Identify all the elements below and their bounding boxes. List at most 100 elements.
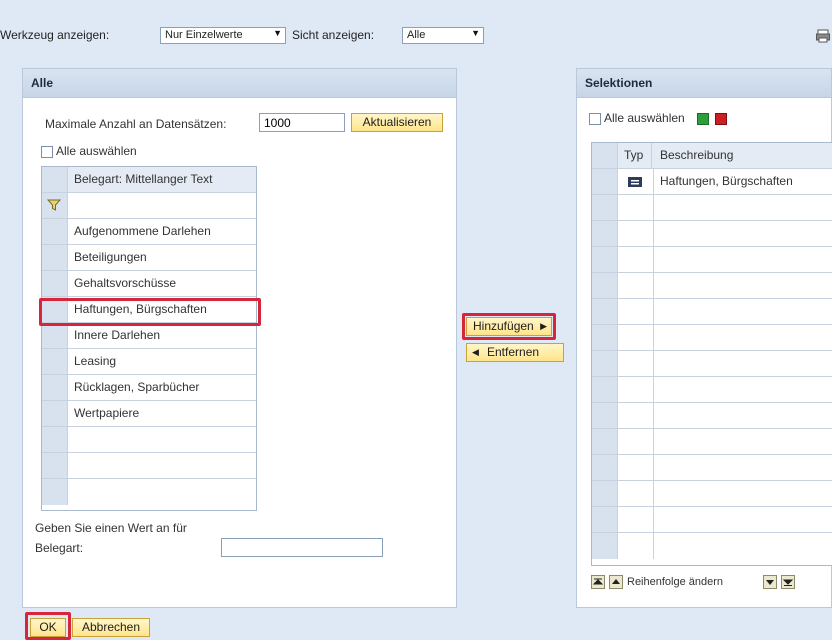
type-cell: [618, 195, 654, 220]
all-values-panel-title: Alle: [23, 69, 456, 98]
view-display-value: Alle: [407, 29, 426, 41]
row-selector[interactable]: [42, 453, 68, 478]
selection-row-empty[interactable]: [592, 507, 832, 533]
table-row[interactable]: Leasing: [42, 349, 256, 375]
arrow-down-icon: [766, 580, 774, 585]
table-cell: Wertpapiere: [74, 406, 140, 420]
row-selector[interactable]: [592, 481, 618, 506]
row-selector[interactable]: [592, 455, 618, 480]
selection-row-empty[interactable]: [592, 299, 832, 325]
view-display-select[interactable]: Alle ▼: [402, 27, 484, 44]
select-all-checkbox[interactable]: [41, 146, 53, 158]
selection-row-empty[interactable]: [592, 533, 832, 559]
row-selector[interactable]: [592, 429, 618, 454]
selection-row-empty[interactable]: [592, 351, 832, 377]
table-row[interactable]: Gehaltsvorschüsse: [42, 271, 256, 297]
selection-row[interactable]: Haftungen, Bürgschaften: [592, 169, 832, 195]
deselect-all-red-button[interactable]: [715, 113, 727, 125]
max-records-label: Maximale Anzahl an Datensätzen:: [45, 117, 227, 131]
selection-row-empty[interactable]: [592, 221, 832, 247]
row-selector[interactable]: [42, 349, 68, 374]
selection-row-empty[interactable]: [592, 455, 832, 481]
row-selector[interactable]: [42, 271, 68, 296]
type-cell: [618, 533, 654, 559]
table-row[interactable]: Beteiligungen: [42, 245, 256, 271]
filter-cell[interactable]: [68, 193, 256, 218]
table-row[interactable]: Aufgenommene Darlehen: [42, 219, 256, 245]
table-row-empty[interactable]: [42, 453, 256, 479]
belegart-value-input[interactable]: [221, 538, 383, 557]
highlight-selected-item: [39, 298, 261, 326]
move-to-top-button[interactable]: [591, 575, 605, 589]
column-header-belegart[interactable]: Belegart: Mittellanger Text: [68, 167, 256, 192]
refresh-button[interactable]: Aktualisieren: [351, 113, 443, 132]
row-selector[interactable]: [42, 401, 68, 426]
selection-row-empty[interactable]: [592, 403, 832, 429]
selection-row-empty[interactable]: [592, 377, 832, 403]
tool-display-select[interactable]: Nur Einzelwerte ▼: [160, 27, 286, 44]
row-selector[interactable]: [592, 299, 618, 324]
print-icon[interactable]: [816, 29, 830, 43]
row-selector[interactable]: [42, 375, 68, 400]
row-selector[interactable]: [592, 169, 618, 194]
table-row[interactable]: Rücklagen, Sparbücher: [42, 375, 256, 401]
selection-row-empty[interactable]: [592, 195, 832, 221]
type-cell: [618, 377, 654, 402]
row-selector[interactable]: [592, 351, 618, 376]
selection-row-empty[interactable]: [592, 481, 832, 507]
column-header-description[interactable]: Beschreibung: [654, 143, 832, 168]
selection-row-empty[interactable]: [592, 429, 832, 455]
row-selector[interactable]: [592, 221, 618, 246]
display-toolbar: Werkzeug anzeigen: Nur Einzelwerte ▼ Sic…: [0, 24, 832, 48]
row-selector[interactable]: [592, 195, 618, 220]
select-all-label: Alle auswählen: [604, 111, 685, 125]
row-selector[interactable]: [42, 219, 68, 244]
all-values-panel: Alle Maximale Anzahl an Datensätzen: Akt…: [22, 68, 457, 608]
description-cell: Haftungen, Bürgschaften: [660, 174, 793, 188]
selection-row-empty[interactable]: [592, 273, 832, 299]
reorder-label: Reihenfolge ändern: [627, 576, 724, 588]
table-row[interactable]: Innere Darlehen: [42, 323, 256, 349]
type-cell: [618, 325, 654, 350]
type-cell: [618, 403, 654, 428]
row-selector[interactable]: [592, 377, 618, 402]
row-selector[interactable]: [42, 479, 68, 505]
type-cell: [618, 455, 654, 480]
table-header-row: Belegart: Mittellanger Text: [42, 167, 256, 193]
move-up-button[interactable]: [609, 575, 623, 589]
row-selector[interactable]: [592, 507, 618, 532]
type-cell: [618, 429, 654, 454]
move-down-button[interactable]: [763, 575, 777, 589]
row-selector[interactable]: [592, 325, 618, 350]
tool-display-label: Werkzeug anzeigen:: [0, 28, 110, 42]
type-cell: [618, 507, 654, 532]
row-selector[interactable]: [592, 247, 618, 272]
type-cell: [618, 169, 654, 194]
filter-icon[interactable]: [47, 198, 61, 212]
row-selector[interactable]: [42, 245, 68, 270]
row-selector[interactable]: [592, 403, 618, 428]
row-selector-header[interactable]: [592, 143, 618, 168]
selection-row-empty[interactable]: [592, 247, 832, 273]
remove-button[interactable]: ◀ Entfernen: [466, 343, 564, 362]
table-row-empty[interactable]: [42, 427, 256, 453]
move-bottom-icon: [782, 579, 794, 586]
chevron-down-icon: ▼: [273, 28, 282, 38]
select-all-label: Alle auswählen: [56, 144, 137, 158]
move-to-bottom-button[interactable]: [781, 575, 795, 589]
row-selector[interactable]: [42, 427, 68, 452]
row-selector-header[interactable]: [42, 167, 68, 192]
select-all-checkbox[interactable]: [589, 113, 601, 125]
max-records-input[interactable]: [259, 113, 345, 132]
column-header-type[interactable]: Typ: [618, 143, 652, 168]
table-cell: Leasing: [74, 354, 117, 368]
cancel-button[interactable]: Abbrechen: [72, 618, 150, 637]
select-all-green-button[interactable]: [697, 113, 709, 125]
table-row[interactable]: Wertpapiere: [42, 401, 256, 427]
row-selector[interactable]: [42, 323, 68, 348]
table-row-empty[interactable]: [42, 479, 256, 505]
row-selector[interactable]: [592, 533, 618, 559]
row-selector[interactable]: [592, 273, 618, 298]
filter-selector[interactable]: [42, 193, 68, 218]
selection-row-empty[interactable]: [592, 325, 832, 351]
